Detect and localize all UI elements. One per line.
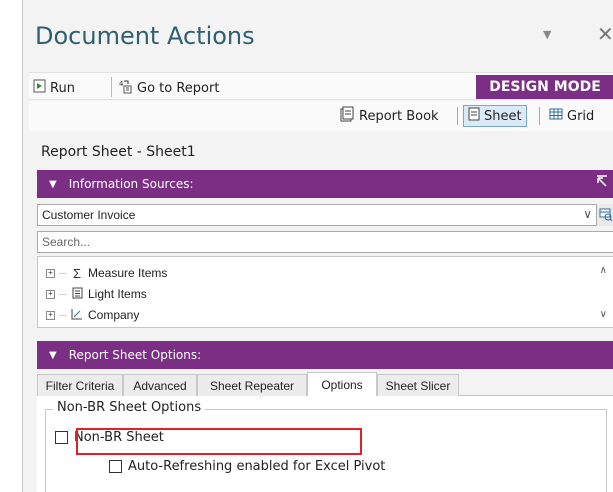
- non-br-sheet-checkbox[interactable]: [55, 431, 68, 444]
- go-to-report-icon: 4: [119, 79, 133, 98]
- chevron-down-icon: ▼: [49, 349, 57, 361]
- tab-filter-criteria[interactable]: Filter Criteria: [37, 374, 123, 396]
- report-sheet-options-header[interactable]: ▼ Report Sheet Options:: [37, 341, 613, 369]
- tree-item-label: Measure Items: [88, 266, 168, 280]
- information-source-value: Customer Invoice: [42, 208, 136, 222]
- information-tree: + ··· Σ Measure Items + ··· Light Items …: [37, 256, 613, 328]
- run-button[interactable]: Run: [33, 79, 75, 97]
- tree-connector: ···: [59, 288, 67, 300]
- grid-view-label: Grid: [567, 108, 595, 124]
- search-input[interactable]: Search...: [37, 231, 613, 253]
- scroll-down-icon[interactable]: ∨: [600, 309, 607, 320]
- tree-item-label: Company: [88, 308, 140, 322]
- report-book-icon: [339, 106, 355, 126]
- options-tab-strip: Filter Criteria Advanced Sheet Repeater …: [37, 372, 613, 397]
- chevron-down-icon[interactable]: ▼: [543, 28, 551, 41]
- go-to-report-label: Go to Report: [137, 80, 220, 96]
- pin-icon[interactable]: [596, 175, 608, 191]
- sheet-icon: [468, 107, 480, 125]
- sheet-view-button[interactable]: Sheet: [463, 105, 527, 127]
- chevron-down-icon: ∨: [583, 207, 592, 221]
- tab-options[interactable]: Options: [307, 372, 377, 397]
- toolbar-divider: [111, 77, 112, 97]
- go-to-report-button[interactable]: 4 Go to Report: [119, 79, 219, 97]
- scroll-up-icon[interactable]: ∧: [600, 265, 607, 276]
- sheet-view-label: Sheet: [484, 108, 522, 124]
- tab-sheet-slicer[interactable]: Sheet Slicer: [377, 374, 459, 396]
- expand-icon[interactable]: +: [46, 310, 55, 320]
- sigma-icon: Σ: [72, 265, 82, 281]
- panel-title: Document Actions: [35, 22, 255, 50]
- expand-icon[interactable]: +: [46, 289, 55, 299]
- highlight-box: [76, 428, 362, 455]
- information-sources-label: Information Sources:: [68, 177, 194, 191]
- information-source-select[interactable]: Customer Invoice ∨: [37, 204, 597, 226]
- action-toolbar: Run 4 Go to Report DESIGN MODE: [29, 72, 613, 100]
- run-icon: [33, 79, 46, 97]
- tree-item-measure-items[interactable]: + ··· Σ Measure Items: [46, 263, 167, 283]
- view-bar: Report Book Sheet Grid: [29, 101, 613, 131]
- tree-connector: ···: [59, 267, 67, 279]
- hierarchy-icon: [70, 308, 84, 323]
- report-sheet-options-label: Report Sheet Options:: [68, 348, 202, 362]
- auto-refresh-checkbox[interactable]: [109, 460, 122, 473]
- report-sheet-title: Report Sheet - Sheet1: [41, 144, 196, 160]
- expand-icon[interactable]: +: [46, 268, 55, 278]
- auto-refresh-option[interactable]: Auto-Refreshing enabled for Excel Pivot: [109, 459, 385, 474]
- tab-advanced[interactable]: Advanced: [123, 374, 197, 396]
- auto-refresh-label: Auto-Refreshing enabled for Excel Pivot: [128, 459, 386, 474]
- tree-item-light-items[interactable]: + ··· Light Items: [46, 284, 147, 304]
- chevron-down-icon: ▼: [49, 178, 57, 190]
- group-label: Non-BR Sheet Options: [53, 400, 206, 415]
- information-sources-header[interactable]: ▼ Information Sources:: [37, 170, 613, 198]
- design-mode-badge: DESIGN MODE: [476, 75, 613, 99]
- view-bar-divider: [539, 107, 540, 125]
- grid-view-button[interactable]: Grid: [545, 105, 598, 127]
- close-icon[interactable]: ✕: [597, 22, 613, 46]
- tab-sheet-repeater[interactable]: Sheet Repeater: [197, 374, 307, 396]
- document-actions-panel: Document Actions ▼ ✕ Run 4 Go to Report …: [22, 0, 613, 492]
- tree-connector: ···: [59, 309, 67, 321]
- document-icon: [70, 287, 84, 302]
- run-label: Run: [50, 80, 75, 96]
- grid-icon: [549, 108, 563, 124]
- report-book-label: Report Book: [359, 108, 439, 124]
- tree-item-company[interactable]: + ··· Company: [46, 305, 139, 325]
- tree-item-label: Light Items: [88, 287, 147, 301]
- svg-text:4: 4: [119, 80, 124, 88]
- view-bar-divider: [457, 107, 458, 125]
- title-bar: Document Actions ▼ ✕: [23, 0, 613, 66]
- report-book-button[interactable]: Report Book: [335, 105, 443, 127]
- source-browse-icon[interactable]: [597, 204, 613, 226]
